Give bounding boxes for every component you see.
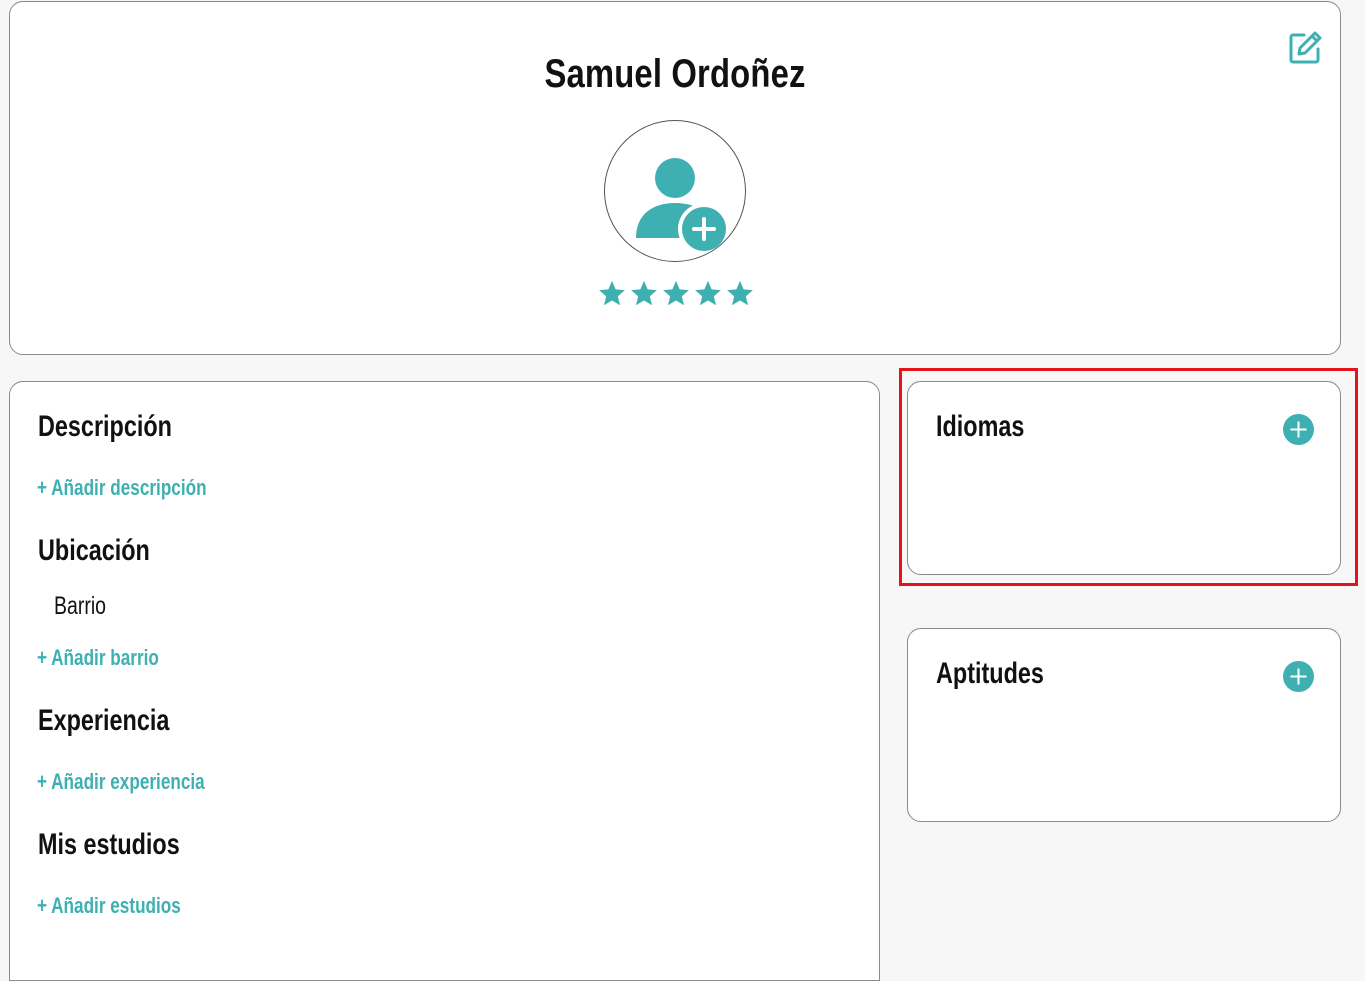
neighborhood-label: Barrio [54, 592, 107, 620]
add-language-button[interactable] [1283, 414, 1314, 445]
add-user-icon [636, 158, 730, 255]
profile-card: Samuel Ordoñez [9, 1, 1341, 355]
skills-heading: Aptitudes [936, 657, 1044, 690]
experience-heading: Experiencia [38, 704, 170, 737]
languages-card: Idiomas [907, 381, 1341, 575]
rating-stars [597, 279, 755, 311]
star-icon [631, 280, 657, 306]
star-icon [695, 280, 721, 306]
star-icon [727, 280, 753, 306]
avatar[interactable] [604, 120, 746, 262]
plus-circle-icon [1283, 661, 1314, 692]
studies-heading: Mis estudios [38, 828, 180, 861]
star-icon [599, 280, 625, 306]
plus-circle-icon [1283, 414, 1314, 445]
description-heading: Descripción [38, 410, 172, 443]
add-studies-link[interactable]: + Añadir estudios [37, 893, 181, 919]
add-skill-button[interactable] [1283, 661, 1314, 692]
add-experience-link[interactable]: + Añadir experiencia [37, 769, 205, 795]
skills-card: Aptitudes [907, 628, 1341, 822]
location-heading: Ubicación [38, 534, 150, 567]
add-neighborhood-link[interactable]: + Añadir barrio [37, 645, 159, 671]
edit-profile-button[interactable] [1287, 30, 1323, 66]
add-description-link[interactable]: + Añadir descripción [37, 475, 207, 501]
languages-heading: Idiomas [936, 410, 1025, 443]
edit-icon [1289, 31, 1322, 64]
star-icon [663, 280, 689, 306]
profile-name: Samuel Ordoñez [544, 52, 806, 96]
profile-details-card: Descripción + Añadir descripción Ubicaci… [9, 381, 880, 981]
